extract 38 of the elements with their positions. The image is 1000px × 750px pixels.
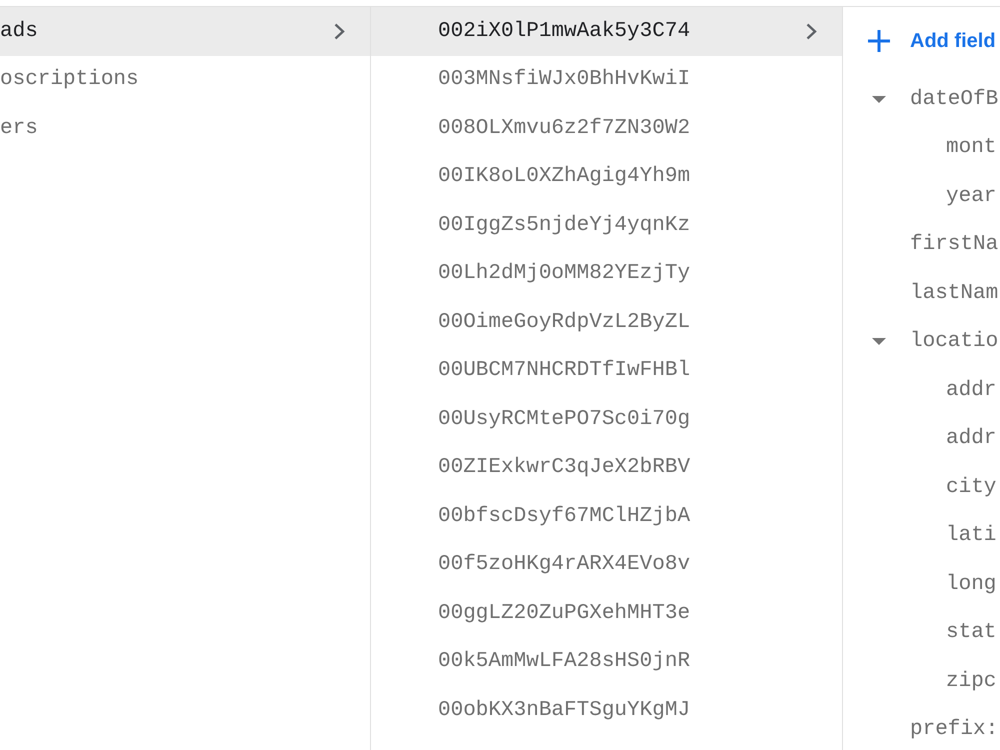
field-name: stat [946,621,996,644]
document-item[interactable]: 00f5zoHKg4rARX4EVo8v [371,540,842,589]
document-item[interactable]: 00bfscDsyf67MClHZjbA [371,492,842,540]
document-item[interactable]: 00k5AmMwLFA28sHS0jnR [371,638,842,686]
field-name: mont [946,136,996,160]
caret-down-icon[interactable] [872,338,886,346]
field-name: firstNa [910,233,998,256]
document-item[interactable]: 00UsyRCMtePO7Sc0i70g [371,395,842,444]
document-item[interactable]: 00Lh2dMj0oMM82YEzjTy [371,250,842,298]
plus-icon [868,30,890,52]
document-item[interactable]: 00UBCM7NHCRDTfIwFHBl [371,346,842,395]
document-item[interactable]: 00ZIExkwrC3qJeX2bRBV [371,444,842,492]
collection-item[interactable]: ads [0,7,370,56]
collection-item[interactable]: ers [0,104,370,152]
caret-down-icon[interactable] [872,96,886,103]
document-item[interactable]: 00IggZs5njdeYj4yqnKz [371,201,842,250]
field-name: lati [946,524,996,548]
field-name: long [946,572,996,596]
field-name: zipc [946,670,996,693]
document-item[interactable]: 00OimeGoyRdpVzL2ByZL [371,298,842,346]
document-item[interactable]: 003MNsfiWJx0BhHvKwiI [371,56,842,104]
chevron-right-icon [334,22,345,40]
document-item[interactable]: 002iX0lP1mwAak5y3C74 [371,7,842,56]
field-name: prefix: [910,718,998,742]
collection-item[interactable]: oscriptions [0,56,370,104]
document-item[interactable]: 008OLXmvu6z2f7ZN30W2 [371,104,842,152]
field-name: dateOfB [910,88,998,111]
field-name: city [946,476,996,499]
field-name: locatio [910,330,998,354]
chevron-right-icon [806,22,817,40]
field-name: addr [946,378,996,402]
document-item[interactable]: 00obKX3nBaFTSguYKgMJ [371,686,842,734]
field-name: year [946,184,996,208]
field-name: addr [946,427,996,450]
add-field-button[interactable]: Add field [868,30,996,52]
document-item[interactable]: 00ggLZ20ZuPGXehMHT3e [371,589,842,638]
document-item[interactable]: 00IK8oL0XZhAgig4Yh9m [371,152,842,201]
field-name: lastNam [910,282,998,305]
